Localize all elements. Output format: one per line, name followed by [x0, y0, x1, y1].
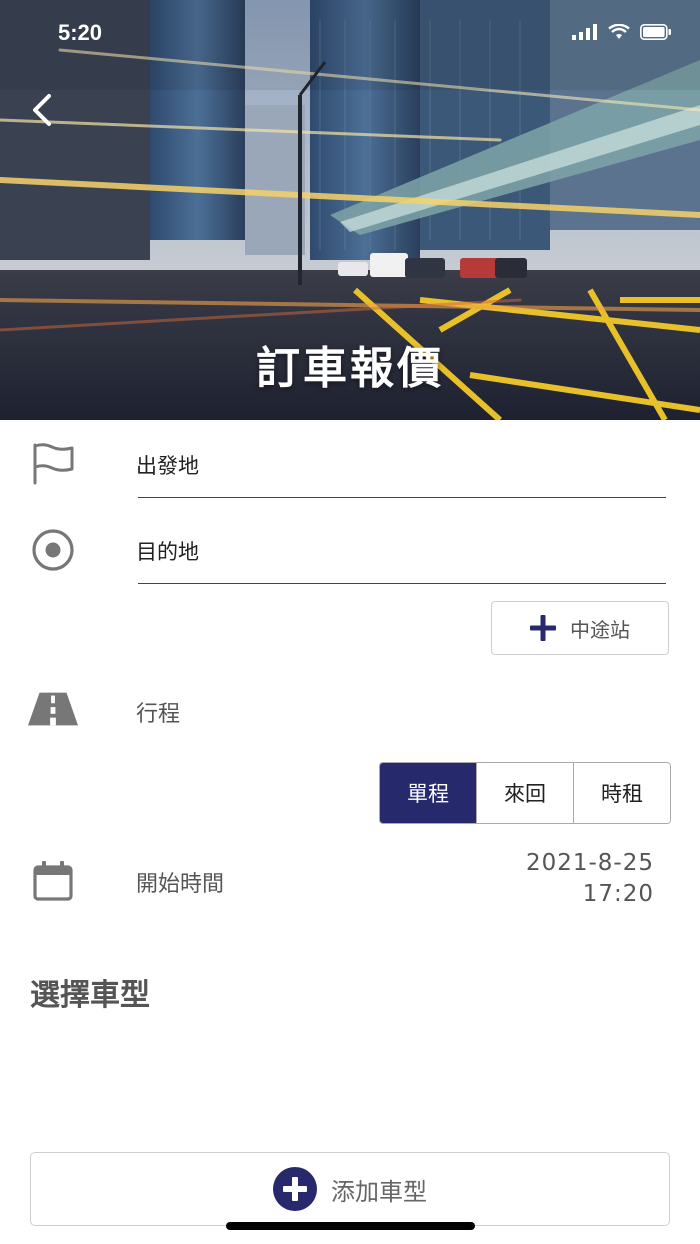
status-bar: 5:20 — [0, 0, 700, 70]
destination-field[interactable]: 目的地 — [136, 536, 199, 566]
calendar-icon — [28, 856, 78, 906]
start-time-value[interactable]: 2021-8-25 17:20 — [526, 848, 654, 910]
road-icon — [28, 684, 78, 734]
origin-field[interactable]: 出發地 — [136, 450, 199, 480]
vehicle-section-title: 選擇車型 — [30, 978, 150, 1013]
trip-label: 行程 — [136, 702, 181, 727]
home-indicator[interactable] — [226, 1222, 475, 1230]
start-time-label: 開始時間 — [136, 872, 225, 897]
page-title: 訂車報價 — [256, 343, 444, 394]
trip-option-hourly[interactable]: 時租 — [573, 763, 670, 823]
chevron-left-icon — [33, 94, 51, 126]
signal-icon — [572, 24, 597, 40]
flag-icon — [28, 438, 78, 488]
trip-type-selector: 單程 來回 時租 — [379, 762, 671, 824]
trip-option-one-way[interactable]: 單程 — [380, 763, 476, 823]
origin-underline — [138, 497, 666, 498]
status-icons — [572, 24, 672, 40]
battery-icon — [640, 24, 671, 40]
add-waypoint-label: 中途站 — [570, 617, 630, 642]
add-waypoint-button[interactable]: 中途站 — [491, 601, 669, 655]
plus-icon — [530, 615, 556, 641]
trip-option-round-trip[interactable]: 來回 — [476, 763, 573, 823]
wifi-icon — [608, 24, 630, 39]
status-time: 5:20 — [58, 20, 103, 45]
start-clock-time: 17:20 — [582, 881, 654, 907]
add-vehicle-button[interactable]: 添加車型 — [30, 1152, 670, 1226]
destination-underline — [138, 583, 666, 584]
back-button[interactable] — [22, 88, 62, 132]
plus-circle-icon — [273, 1167, 317, 1211]
add-vehicle-label: 添加車型 — [331, 1177, 427, 1206]
target-icon — [28, 525, 78, 575]
header-banner: 5:20 訂車報價 — [0, 0, 700, 420]
start-date: 2021-8-25 — [525, 850, 654, 876]
